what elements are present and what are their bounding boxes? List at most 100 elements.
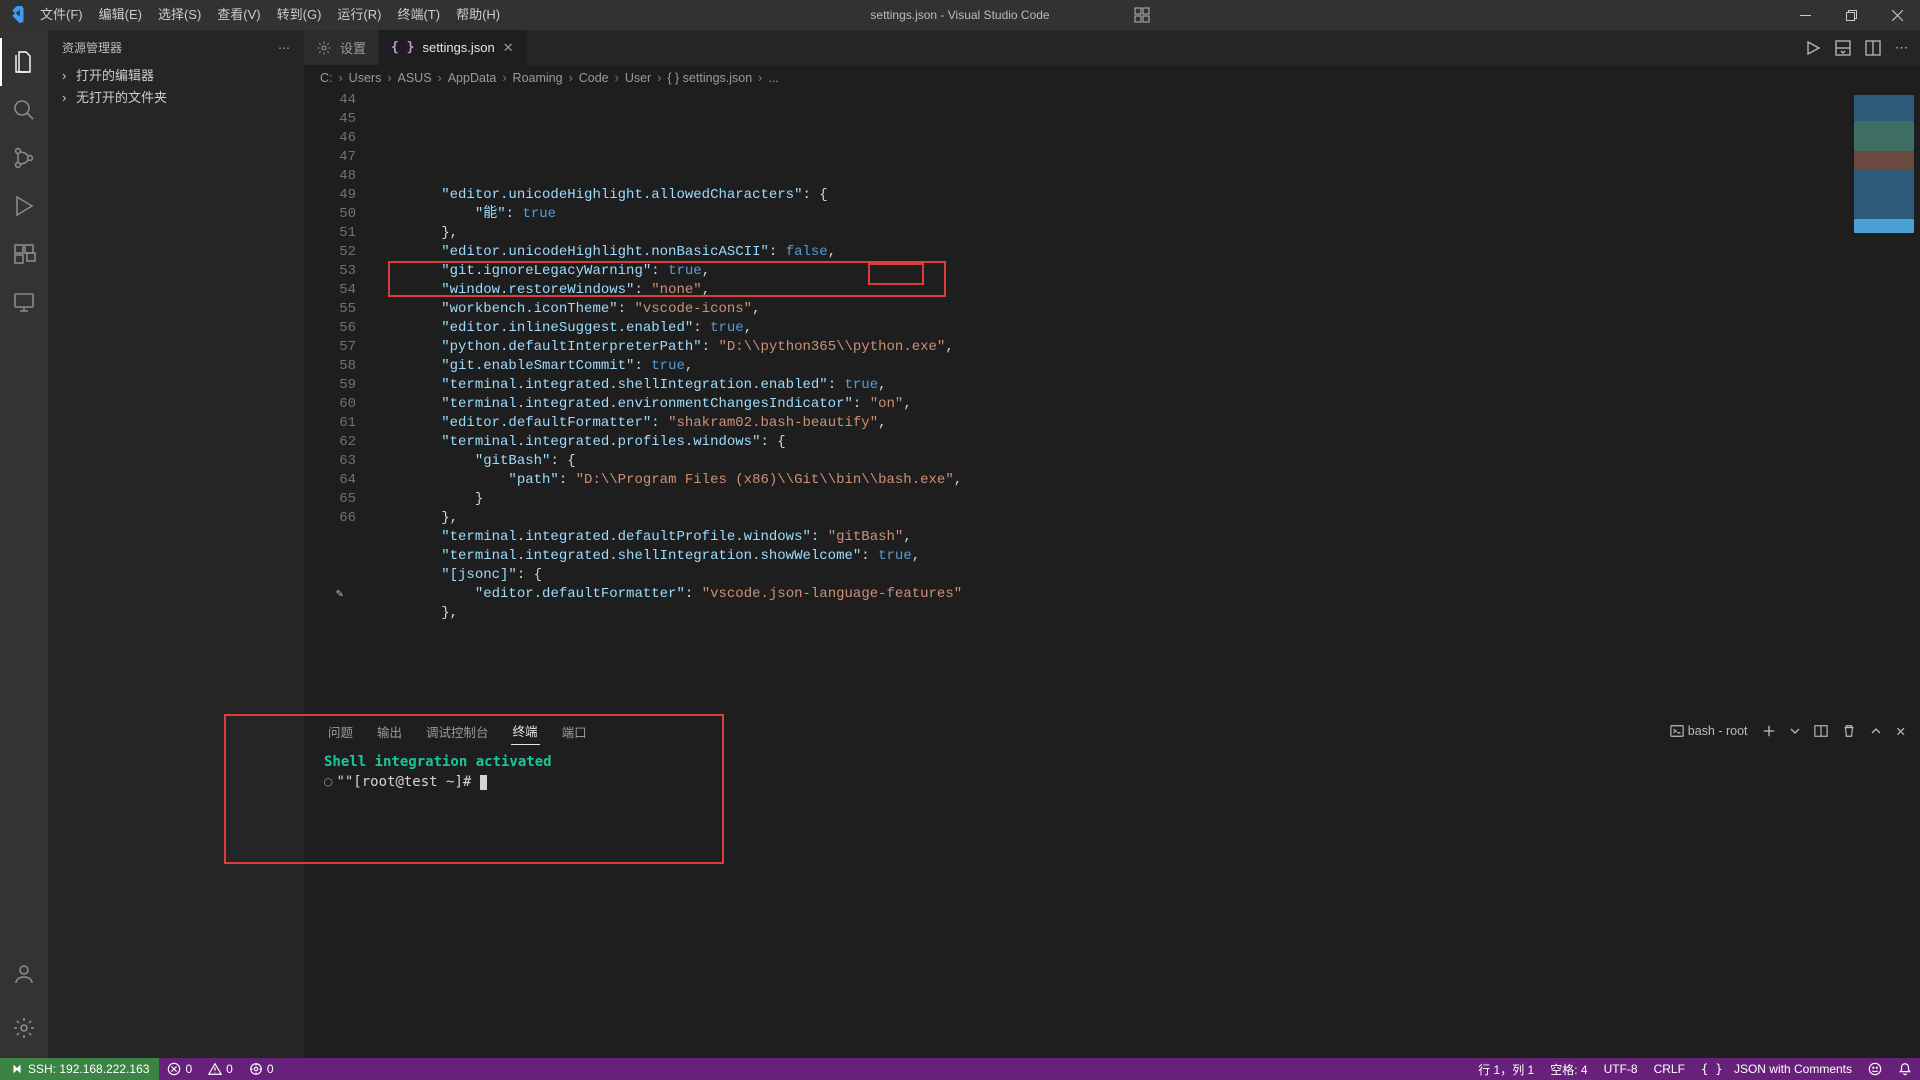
- ports-count: 0: [267, 1062, 274, 1076]
- panel-close-icon[interactable]: ✕: [1896, 724, 1906, 739]
- panel-tab[interactable]: 终端: [511, 717, 540, 745]
- code-line[interactable]: "[jsonc]": {: [374, 566, 1830, 585]
- minimize-button[interactable]: [1782, 0, 1828, 30]
- code-editor[interactable]: 4445464748495051525354555657585960616263…: [304, 91, 1920, 714]
- terminal-cursor: [480, 775, 487, 790]
- code-line[interactable]: ✎ "editor.defaultFormatter": "vscode.jso…: [374, 585, 1830, 604]
- run-debug-icon[interactable]: [0, 182, 48, 230]
- menu-item[interactable]: 选择(S): [150, 0, 209, 30]
- split-terminal-icon[interactable]: [1814, 724, 1828, 738]
- breadcrumb-item[interactable]: ASUS: [398, 71, 432, 85]
- code-line[interactable]: "git.enableSmartCommit": true,: [374, 357, 1830, 376]
- code-line[interactable]: },: [374, 509, 1830, 528]
- panel-maximize-icon[interactable]: [1870, 725, 1882, 737]
- code-line[interactable]: "editor.inlineSuggest.enabled": true,: [374, 319, 1830, 338]
- breadcrumb-item[interactable]: { } settings.json: [667, 71, 752, 85]
- explorer-icon[interactable]: [0, 38, 48, 86]
- cursor-position[interactable]: 行 1，列 1: [1470, 1061, 1542, 1078]
- breadcrumb-item[interactable]: Code: [579, 71, 609, 85]
- maximize-button[interactable]: [1828, 0, 1874, 30]
- panel-tab[interactable]: 输出: [375, 718, 404, 745]
- menu-item[interactable]: 终端(T): [389, 0, 448, 30]
- shell-integration-message: Shell integration activated: [324, 753, 1900, 771]
- breadcrumb-item[interactable]: Roaming: [513, 71, 563, 85]
- account-icon[interactable]: [0, 950, 48, 998]
- indentation[interactable]: 空格: 4: [1542, 1061, 1595, 1078]
- code-line[interactable]: "terminal.integrated.profiles.windows": …: [374, 433, 1830, 452]
- code-line[interactable]: "能": true: [374, 205, 1830, 224]
- breadcrumb-item[interactable]: ...: [768, 71, 778, 85]
- search-icon[interactable]: [0, 86, 48, 134]
- remote-indicator[interactable]: SSH: 192.168.222.163: [0, 1058, 159, 1080]
- menu-item[interactable]: 文件(F): [32, 0, 91, 30]
- open-editors-section[interactable]: › 打开的编辑器: [48, 65, 304, 87]
- menu-item[interactable]: 帮助(H): [448, 0, 508, 30]
- run-icon[interactable]: [1805, 40, 1821, 56]
- code-line[interactable]: "git.ignoreLegacyWarning": true,: [374, 262, 1830, 281]
- ports[interactable]: 0: [241, 1062, 282, 1076]
- terminal-prompt-line[interactable]: ○""[root@test ~]#: [324, 773, 1900, 791]
- menu-item[interactable]: 编辑(E): [91, 0, 150, 30]
- extensions-icon[interactable]: [0, 230, 48, 278]
- code-line[interactable]: "python.defaultInterpreterPath": "D:\\py…: [374, 338, 1830, 357]
- code-line[interactable]: },: [374, 604, 1830, 623]
- close-icon[interactable]: ✕: [503, 40, 514, 56]
- breadcrumb-item[interactable]: C:: [320, 71, 333, 85]
- panel-tab[interactable]: 调试控制台: [424, 718, 491, 745]
- menu-item[interactable]: 运行(R): [329, 0, 389, 30]
- edit-pencil-icon[interactable]: ✎: [336, 585, 343, 604]
- encoding[interactable]: UTF-8: [1596, 1061, 1646, 1078]
- code-line[interactable]: "gitBash": {: [374, 452, 1830, 471]
- tab-settings-json[interactable]: { } settings.json ✕: [379, 30, 527, 65]
- language-mode[interactable]: { } JSON with Comments: [1693, 1061, 1860, 1078]
- code-line[interactable]: },: [374, 224, 1830, 243]
- tab-settings-ui[interactable]: 设置: [304, 30, 379, 65]
- breadcrumbs[interactable]: C:›Users›ASUS›AppData›Roaming›Code›User›…: [304, 65, 1920, 91]
- problems-errors[interactable]: 0: [159, 1062, 200, 1076]
- code-line[interactable]: "window.restoreWindows": "none",: [374, 281, 1830, 300]
- terminal[interactable]: Shell integration activated ○""[root@tes…: [304, 747, 1920, 1058]
- breadcrumb-item[interactable]: User: [625, 71, 651, 85]
- breadcrumb-item[interactable]: AppData: [448, 71, 497, 85]
- terminal-dropdown-icon[interactable]: [1790, 726, 1800, 736]
- json-braces-icon: { }: [391, 40, 414, 55]
- code-line[interactable]: "terminal.integrated.shellIntegration.sh…: [374, 547, 1830, 566]
- remote-explorer-icon[interactable]: [0, 278, 48, 326]
- split-right-icon[interactable]: [1865, 40, 1881, 56]
- window-title: settings.json - Visual Studio Code: [870, 8, 1049, 22]
- window-controls: [1782, 0, 1920, 30]
- problems-warnings[interactable]: 0: [200, 1062, 241, 1076]
- panel-tab[interactable]: 端口: [560, 718, 589, 745]
- layout-customize-icon[interactable]: [1124, 7, 1160, 23]
- code-line[interactable]: "terminal.integrated.defaultProfile.wind…: [374, 528, 1830, 547]
- code-line[interactable]: "workbench.iconTheme": "vscode-icons",: [374, 300, 1830, 319]
- code-line[interactable]: "terminal.integrated.environmentChangesI…: [374, 395, 1830, 414]
- close-button[interactable]: [1874, 0, 1920, 30]
- source-control-icon[interactable]: [0, 134, 48, 182]
- menu-item[interactable]: 查看(V): [209, 0, 268, 30]
- trash-icon[interactable]: [1842, 724, 1856, 738]
- chevron-right-icon: ›: [62, 65, 72, 87]
- more-actions-icon[interactable]: ⋯: [278, 41, 290, 55]
- breadcrumb-item[interactable]: Users: [349, 71, 382, 85]
- minimap[interactable]: [1830, 91, 1920, 714]
- code-line[interactable]: }: [374, 490, 1830, 509]
- chevron-right-icon: ›: [502, 71, 506, 85]
- panel-tab[interactable]: 问题: [326, 718, 355, 745]
- notifications-icon[interactable]: [1890, 1061, 1920, 1078]
- new-terminal-plus-icon[interactable]: [1762, 724, 1776, 738]
- split-down-icon[interactable]: [1835, 40, 1851, 56]
- menu-item[interactable]: 转到(G): [269, 0, 330, 30]
- code-line[interactable]: "editor.defaultFormatter": "shakram02.ba…: [374, 414, 1830, 433]
- feedback-icon[interactable]: [1860, 1061, 1890, 1078]
- more-icon[interactable]: ⋯: [1895, 40, 1908, 56]
- code-line[interactable]: "editor.unicodeHighlight.allowedCharacte…: [374, 186, 1830, 205]
- settings-gear-icon[interactable]: [0, 1004, 48, 1052]
- terminal-profile-icon[interactable]: bash - root: [1670, 724, 1748, 738]
- code-line[interactable]: "path": "D:\\Program Files (x86)\\Git\\b…: [374, 471, 1830, 490]
- code-line[interactable]: "editor.unicodeHighlight.nonBasicASCII":…: [374, 243, 1830, 262]
- code-area[interactable]: "editor.unicodeHighlight.allowedCharacte…: [374, 91, 1830, 714]
- no-folder-section[interactable]: › 无打开的文件夹: [48, 87, 304, 109]
- eol[interactable]: CRLF: [1646, 1061, 1693, 1078]
- code-line[interactable]: "terminal.integrated.shellIntegration.en…: [374, 376, 1830, 395]
